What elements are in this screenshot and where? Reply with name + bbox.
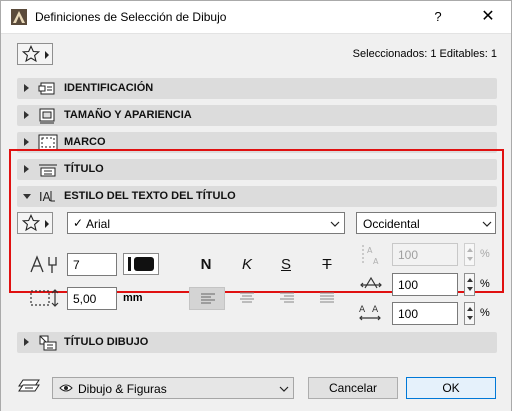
text-size-unit: mm: [123, 292, 143, 304]
drawing-title-icon: [39, 335, 57, 351]
spin-down-icon: [467, 257, 473, 261]
pen-number-field[interactable]: 7: [67, 253, 117, 276]
bold-button[interactable]: N: [193, 253, 219, 277]
svg-text:A: A: [372, 305, 379, 315]
pen-number-value: 7: [73, 258, 80, 272]
dialog-window: Definiciones de Selección de Dibujo ? ✕ …: [0, 0, 512, 411]
svg-text:A: A: [367, 246, 373, 255]
panel-label: TAMAÑO Y APARIENCIA: [64, 109, 192, 121]
panel-tamano-apariencia[interactable]: TAMAÑO Y APARIENCIA: [17, 105, 497, 126]
char-spacing-spinner[interactable]: [464, 302, 475, 325]
italic-button[interactable]: K: [234, 253, 260, 277]
id-tag-icon: [38, 82, 55, 95]
svg-text:A: A: [359, 305, 366, 315]
expand-arrow-icon: [24, 84, 29, 92]
font-name: Arial: [86, 217, 111, 231]
char-spacing-field[interactable]: 100: [392, 302, 458, 325]
collapse-arrow-icon: [23, 194, 31, 199]
line-spacing-field: 100: [392, 243, 458, 266]
align-left-icon: [201, 293, 215, 304]
chevron-down-icon: [482, 221, 492, 227]
panel-identificacion[interactable]: IDENTIFICACIÓN: [17, 78, 497, 99]
char-spacing-icon: A A: [359, 305, 381, 321]
text-size-value: 5,00: [73, 292, 97, 306]
text-style-icon: IA: [39, 190, 55, 204]
panel-titulo-dibujo[interactable]: TÍTULO DIBUJO: [17, 332, 497, 353]
align-justify-icon: [320, 292, 334, 303]
color-swatch: [134, 257, 154, 271]
spin-up-icon: [467, 248, 473, 252]
line-spacing-unit: %: [480, 248, 490, 260]
width-factor-spinner[interactable]: [464, 273, 475, 296]
panel-label: IDENTIFICACIÓN: [64, 82, 154, 94]
width-factor-icon: [360, 276, 382, 289]
pen-color-button[interactable]: [123, 253, 159, 275]
spin-down-icon: [467, 316, 473, 320]
spin-up-icon: [467, 307, 473, 311]
archicad-app-icon: [11, 9, 27, 25]
text-pen-icon: [30, 255, 57, 273]
favorites-button[interactable]: [17, 43, 53, 65]
layers-icon: [18, 379, 40, 392]
char-spacing-value: 100: [398, 307, 419, 321]
size-appearance-icon: [39, 108, 55, 124]
text-style-favorites-button[interactable]: [17, 212, 53, 234]
char-spacing-unit: %: [480, 307, 490, 319]
chevron-right-icon: [45, 220, 49, 228]
cancel-button[interactable]: Cancelar: [308, 377, 398, 399]
chevron-down-icon: [279, 386, 289, 392]
ok-button[interactable]: OK: [406, 377, 496, 399]
panel-estilo-texto-titulo[interactable]: IA ESTILO DEL TEXTO DEL TÍTULO: [17, 186, 497, 207]
star-icon: [22, 45, 40, 63]
eye-icon: [59, 384, 73, 392]
chevron-right-icon: [45, 51, 49, 59]
close-button[interactable]: ✕: [475, 6, 501, 28]
title-bar: Definiciones de Selección de Dibujo ? ✕: [1, 1, 511, 33]
font-check-mark: ✓: [73, 216, 84, 230]
chevron-down-icon: [330, 221, 340, 227]
align-right-button[interactable]: [269, 287, 305, 310]
layer-combination-select[interactable]: Dibujo & Figuras: [52, 377, 294, 399]
underline-button[interactable]: S: [273, 253, 299, 277]
align-center-icon: [240, 292, 254, 303]
width-factor-unit: %: [480, 278, 490, 290]
layer-combination-value: Dibujo & Figuras: [78, 382, 167, 396]
star-icon: [22, 214, 40, 232]
width-factor-field[interactable]: 100: [392, 273, 458, 296]
align-left-button[interactable]: [189, 287, 225, 310]
strikethrough-button[interactable]: T: [314, 253, 340, 277]
text-size-field[interactable]: 5,00: [67, 287, 117, 310]
window-title: Definiciones de Selección de Dibujo: [35, 10, 227, 24]
color-bar: [128, 257, 131, 271]
align-center-button[interactable]: [229, 287, 265, 310]
panel-label: MARCO: [64, 136, 106, 148]
script-select[interactable]: Occidental: [356, 212, 496, 234]
expand-arrow-icon: [24, 111, 29, 119]
panel-label: ESTILO DEL TEXTO DEL TÍTULO: [64, 190, 236, 202]
width-factor-value: 100: [398, 278, 419, 292]
panel-label: TÍTULO DIBUJO: [64, 336, 149, 348]
line-spacing-icon: A A: [362, 245, 379, 266]
expand-arrow-icon: [24, 138, 29, 146]
font-select[interactable]: ✓ Arial: [67, 212, 345, 234]
spin-down-icon: [467, 287, 473, 291]
selection-info: Seleccionados: 1 Editables: 1: [352, 48, 497, 60]
align-justify-button[interactable]: [309, 287, 345, 310]
svg-text:A: A: [373, 257, 379, 266]
line-spacing-spinner: [464, 243, 475, 266]
text-size-icon: [30, 289, 59, 307]
spin-up-icon: [467, 278, 473, 282]
align-right-icon: [280, 292, 294, 303]
script-value: Occidental: [363, 217, 420, 231]
expand-arrow-icon: [24, 338, 29, 346]
line-spacing-value: 100: [398, 248, 419, 262]
help-button[interactable]: ?: [426, 6, 450, 28]
svg-text:IA: IA: [39, 190, 52, 204]
